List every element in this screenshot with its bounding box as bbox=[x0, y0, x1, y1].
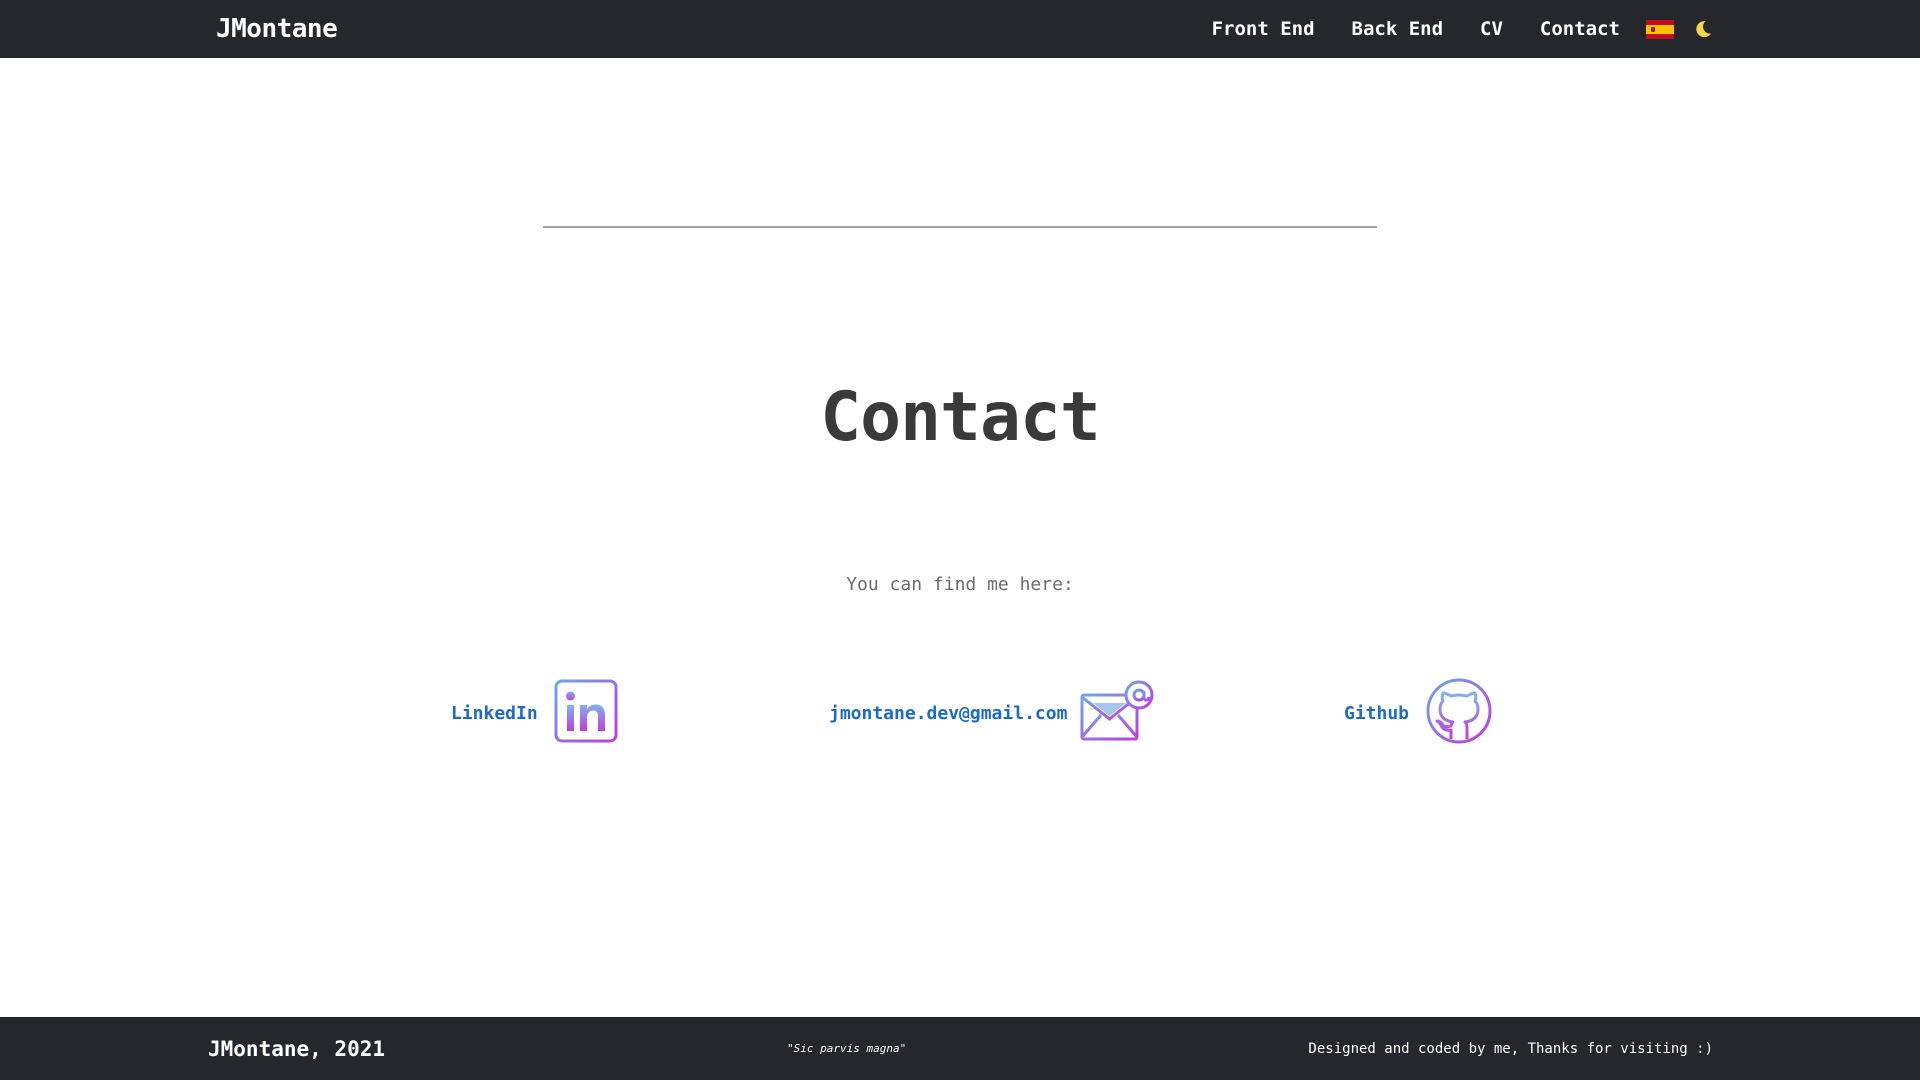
github-link[interactable]: Github bbox=[1344, 703, 1409, 724]
spain-flag-icon[interactable] bbox=[1646, 19, 1674, 39]
page-title: Contact bbox=[820, 378, 1101, 457]
footer-quote: "Sic parvis magna" bbox=[787, 1042, 907, 1055]
footer-credits: Designed and coded by me, Thanks for vis… bbox=[1308, 1040, 1713, 1057]
footer-copyright: JMontane, 2021 bbox=[208, 1036, 386, 1061]
github-icon[interactable] bbox=[1425, 677, 1493, 749]
footer: JMontane, 2021 "Sic parvis magna" Design… bbox=[0, 1017, 1920, 1080]
nav-link-contact[interactable]: Contact bbox=[1540, 18, 1620, 40]
nav-link-back-end[interactable]: Back End bbox=[1352, 18, 1444, 40]
contact-item-linkedin: LinkedIn bbox=[451, 678, 618, 748]
nav-links: Front End Back End CV Contact bbox=[1212, 0, 1714, 58]
contact-item-github: Github bbox=[1344, 678, 1493, 748]
linkedin-link[interactable]: LinkedIn bbox=[451, 703, 538, 724]
contact-item-email: jmontane.dev@gmail.com bbox=[829, 678, 1155, 748]
email-icon[interactable] bbox=[1079, 679, 1155, 747]
page-subtitle: You can find me here: bbox=[846, 574, 1074, 595]
navbar: JMontane Front End Back End CV Contact bbox=[0, 0, 1920, 58]
linkedin-icon[interactable] bbox=[554, 679, 618, 747]
nav-link-cv[interactable]: CV bbox=[1480, 18, 1503, 40]
email-link[interactable]: jmontane.dev@gmail.com bbox=[829, 703, 1067, 724]
moon-icon[interactable] bbox=[1692, 18, 1714, 40]
nav-link-front-end[interactable]: Front End bbox=[1212, 18, 1315, 40]
section-divider bbox=[543, 226, 1377, 228]
brand-logo[interactable]: JMontane bbox=[216, 0, 338, 58]
